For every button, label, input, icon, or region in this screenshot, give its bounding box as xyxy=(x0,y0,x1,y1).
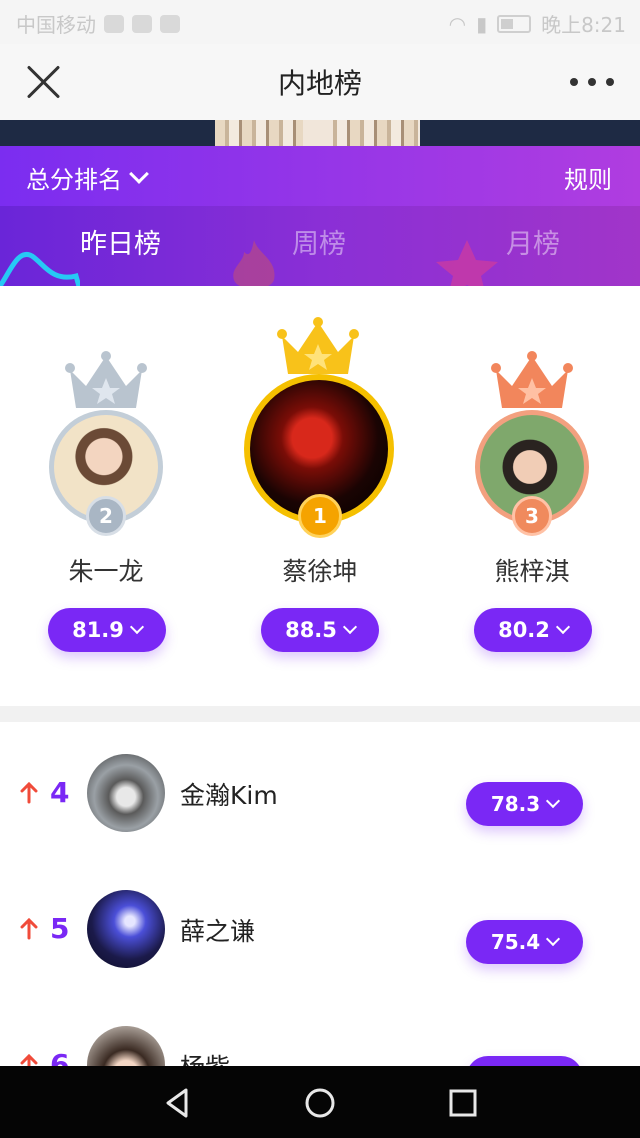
wave-icon xyxy=(0,251,80,286)
flame-icon xyxy=(233,240,275,286)
chevron-down-icon xyxy=(546,931,561,947)
home-icon[interactable] xyxy=(303,1086,337,1120)
list-item[interactable]: 5 薛之谦 75.4 xyxy=(0,860,640,996)
rank-badge: 3 xyxy=(512,496,552,536)
score-value: 88.5 xyxy=(285,618,337,642)
page-title: 内地榜 xyxy=(277,67,362,100)
crown-icon xyxy=(277,317,359,374)
podium-item-2[interactable]: 2 朱一龙 81.9 xyxy=(0,286,214,666)
notification-icon xyxy=(132,14,152,33)
rank-number: 4 xyxy=(50,776,70,809)
podium-name: 蔡徐坤 xyxy=(282,557,358,586)
sort-label: 总分排名 xyxy=(26,166,122,194)
rank-badge: 2 xyxy=(86,496,126,536)
score-button[interactable]: 81.9 xyxy=(48,608,166,652)
signal-icon: ▮ xyxy=(476,11,488,36)
star-icon xyxy=(436,240,498,286)
list-name: 杨紫 xyxy=(180,1048,230,1066)
notification-icon xyxy=(104,14,124,33)
sort-dropdown[interactable]: 总分排名 xyxy=(26,160,149,195)
podium-item-3[interactable]: 3 熊梓淇 80.2 xyxy=(426,286,640,666)
back-icon[interactable] xyxy=(160,1086,194,1120)
system-nav-bar xyxy=(0,1066,640,1138)
sort-bar: 总分排名 规则 xyxy=(0,146,640,206)
tab-week[interactable]: 周榜 xyxy=(292,222,346,261)
battery-icon xyxy=(497,14,532,33)
rank-number: 6 xyxy=(50,1048,70,1066)
score-button[interactable]: 75.4 xyxy=(466,920,583,964)
score-button[interactable] xyxy=(466,1056,583,1066)
status-bar: 中国移动 ◠ ▮ 晚上8:21 xyxy=(0,0,640,44)
arrow-up-icon xyxy=(20,918,38,940)
list-item[interactable]: 4 金瀚Kim 78.3 xyxy=(0,724,640,860)
arrow-up-icon xyxy=(20,782,38,804)
score-button[interactable]: 88.5 xyxy=(261,608,379,652)
tab-yesterday[interactable]: 昨日榜 xyxy=(80,222,161,261)
chevron-down-icon xyxy=(555,619,570,635)
crown-icon xyxy=(491,351,573,408)
recents-icon[interactable] xyxy=(446,1086,480,1120)
list-name: 金瀚Kim xyxy=(180,781,278,810)
tab-month[interactable]: 月榜 xyxy=(506,222,560,261)
chevron-down-icon xyxy=(129,163,149,184)
chevron-down-icon xyxy=(342,619,357,635)
list-item[interactable]: 6 杨紫 xyxy=(0,996,640,1066)
score-value: 75.4 xyxy=(490,930,541,954)
chevron-down-icon xyxy=(129,619,144,635)
more-icon[interactable] xyxy=(570,78,614,86)
rank-badge: 1 xyxy=(298,494,342,538)
score-button[interactable]: 80.2 xyxy=(474,608,592,652)
section-divider xyxy=(0,706,640,722)
podium-name: 朱一龙 xyxy=(68,557,144,586)
score-value: 81.9 xyxy=(72,618,124,642)
carrier-label: 中国移动 xyxy=(16,13,96,37)
podium-item-1[interactable]: 1 蔡徐坤 88.5 xyxy=(214,286,426,666)
score-button[interactable]: 78.3 xyxy=(466,782,583,826)
crown-icon xyxy=(65,351,147,408)
podium-name: 熊梓淇 xyxy=(494,557,570,586)
tab-bar: 昨日榜 周榜 月榜 xyxy=(0,206,640,286)
list-name: 薛之谦 xyxy=(180,917,256,946)
score-value: 80.2 xyxy=(498,618,550,642)
wifi-icon: ◠ xyxy=(448,11,467,36)
rank-number: 5 xyxy=(50,912,70,945)
app-header: 内地榜 xyxy=(0,44,640,120)
avatar xyxy=(87,890,165,968)
chevron-down-icon xyxy=(546,793,561,809)
arrow-up-icon xyxy=(20,1054,38,1066)
clock-label: 晚上8:21 xyxy=(541,13,626,37)
score-value: 78.3 xyxy=(490,792,541,816)
avatar xyxy=(87,1026,165,1066)
banner-photo xyxy=(215,120,420,146)
podium: 2 朱一龙 81.9 1 蔡徐坤 88.5 3 熊梓淇 80.2 xyxy=(0,286,640,706)
rules-link[interactable]: 规则 xyxy=(564,160,612,195)
banner-image xyxy=(0,120,640,146)
avatar xyxy=(87,754,165,832)
notification-icon xyxy=(160,14,180,33)
